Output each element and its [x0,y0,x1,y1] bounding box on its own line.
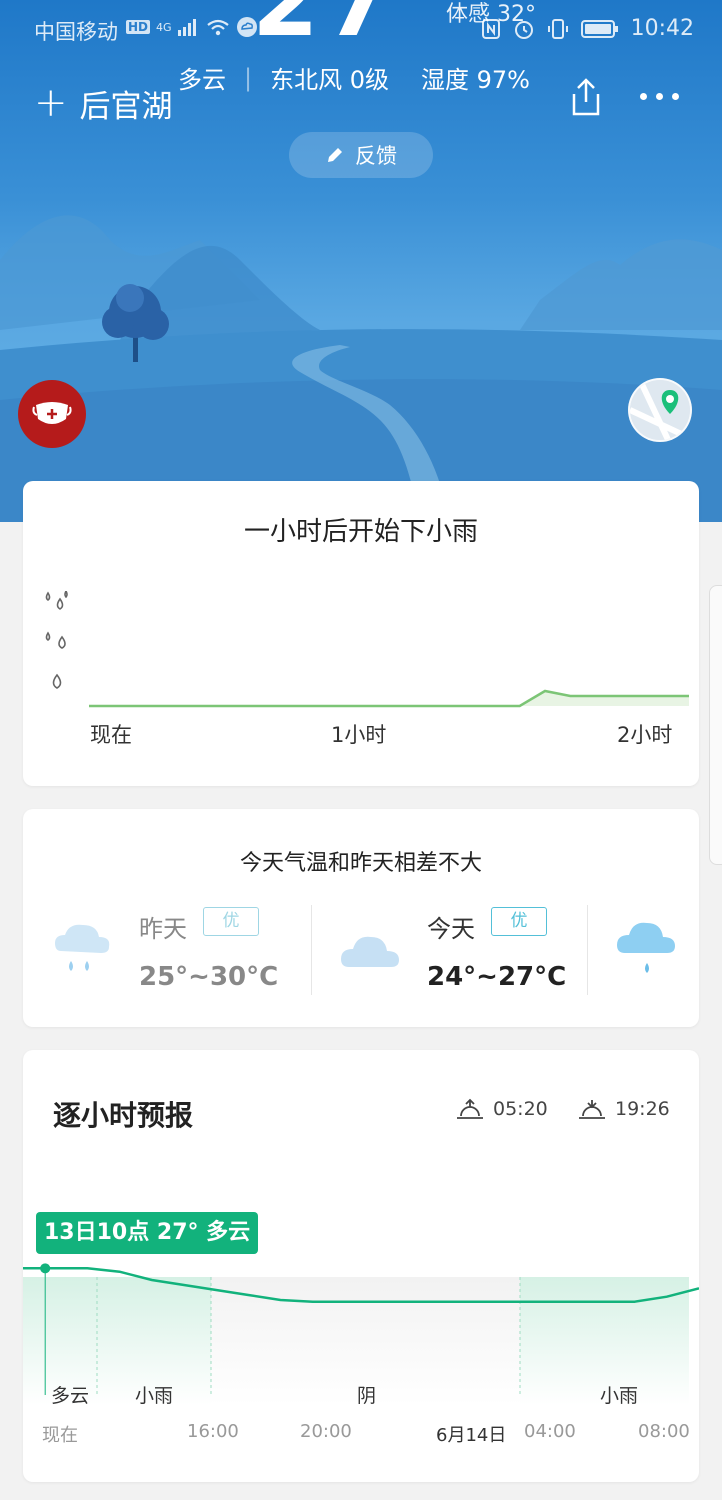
city-name: 后官湖 [79,88,173,125]
heavy-rain-icon [45,591,68,610]
wind-info: 东北风 0级 [270,66,389,94]
cloud-rain-icon [55,924,110,971]
nfc-icon [481,18,500,39]
light-rain-icon [52,673,62,689]
share-button[interactable] [566,76,606,118]
share-icon [572,78,600,116]
condition-band [520,1277,548,1405]
sunrise-time: 05:20 [493,1098,548,1120]
dot [672,92,679,100]
time-label: 20:00 [300,1421,352,1442]
time-label: 08:00 [638,1421,690,1442]
status-bar: 中国移动 HD 4G 10:42 [0,0,722,56]
cloud-icon [341,936,399,967]
sunset: 19:26 [577,1098,670,1120]
map-button[interactable] [628,378,692,442]
weather-hero: 27 体感 32° 中国移动 HD 4G 10:42 多云 | 东北风 0级 湿… [0,0,722,522]
time-label: 04:00 [524,1421,576,1442]
temperature-compare-card: 今天气温和昨天相差不大 昨天 优 25°~30°C 今天 优 24°~27°C [23,809,699,1027]
network-type: 4G [156,20,172,34]
sunset-time: 19:26 [615,1098,670,1120]
sunrise-icon [457,1098,483,1119]
divider [311,905,312,995]
wifi-icon [206,19,229,36]
status-right: 10:42 [481,16,694,41]
weather-condition: 多云 [178,66,226,94]
pencil-icon [328,148,342,162]
hour-tooltip: 13日10点 27° 多云 [36,1212,259,1254]
humidity-info: 湿度 97% [421,66,530,94]
signal-group: HD 4G [126,16,258,38]
divider: | [244,63,253,92]
yesterday-label: 昨天 [139,915,187,943]
sunset-icon [579,1100,605,1119]
today-range: 24°~27°C [427,962,567,992]
axis-2h: 2小时 [617,723,673,747]
carrier-name: 中国移动 [34,20,118,44]
compare-title: 今天气温和昨天相差不大 [239,851,482,876]
more-menu-button[interactable] [640,82,688,110]
alarm-icon [514,20,533,39]
time-label: 16:00 [187,1421,239,1442]
precipitation-chart [89,689,689,708]
condition-label: 小雨 [600,1385,639,1407]
signal-icon [177,19,196,36]
divider [587,905,588,995]
axis-now: 现在 [90,723,132,747]
moderate-rain-icon [45,631,66,649]
dot [656,92,663,100]
dot [640,92,647,100]
precipitation-title: 一小时后开始下小雨 [243,517,478,547]
precipitation-card: 一小时后开始下小雨 现在 1小时 2小时 [23,481,699,786]
cloud-sync-icon [236,17,257,37]
condition-label: 多云 [51,1385,90,1407]
yesterday-aqi-badge: 优 [203,907,259,936]
axis-1h: 1小时 [331,723,387,747]
side-drawer-handle[interactable] [709,585,722,865]
feedback-button[interactable]: 反馈 [289,132,433,178]
today-aqi-badge: 优 [491,907,547,936]
tomorrow-rain-icon [617,922,675,973]
hourly-forecast-card: 逐小时预报 05:20 19:26 13日10点 27° 多云 多云 小雨 阴 … [23,1050,699,1482]
time-label: 现在 [42,1425,78,1446]
date-label: 6月14日 [436,1425,507,1446]
battery-icon [580,19,618,38]
health-mask-button[interactable] [18,380,86,448]
condition-label: 小雨 [135,1385,174,1407]
precip-area [89,691,689,706]
add-city-icon[interactable]: + [34,80,68,126]
hd-badge: HD [126,20,151,34]
conditions-row: 多云 | 东北风 0级 湿度 97% [178,60,530,95]
status-time: 10:42 [630,16,694,41]
today-label: 今天 [427,915,475,943]
hourly-title: 逐小时预报 [53,1099,194,1132]
face-mask-icon [32,402,72,424]
sunrise: 05:20 [455,1098,548,1120]
vibrate-icon [547,18,568,39]
city-selector[interactable]: + 后官湖 [34,80,173,126]
rain-intensity-icons [45,591,68,689]
feedback-label: 反馈 [355,144,397,168]
condition-label: 阴 [357,1385,377,1407]
yesterday-range: 25°~30°C [139,962,279,992]
